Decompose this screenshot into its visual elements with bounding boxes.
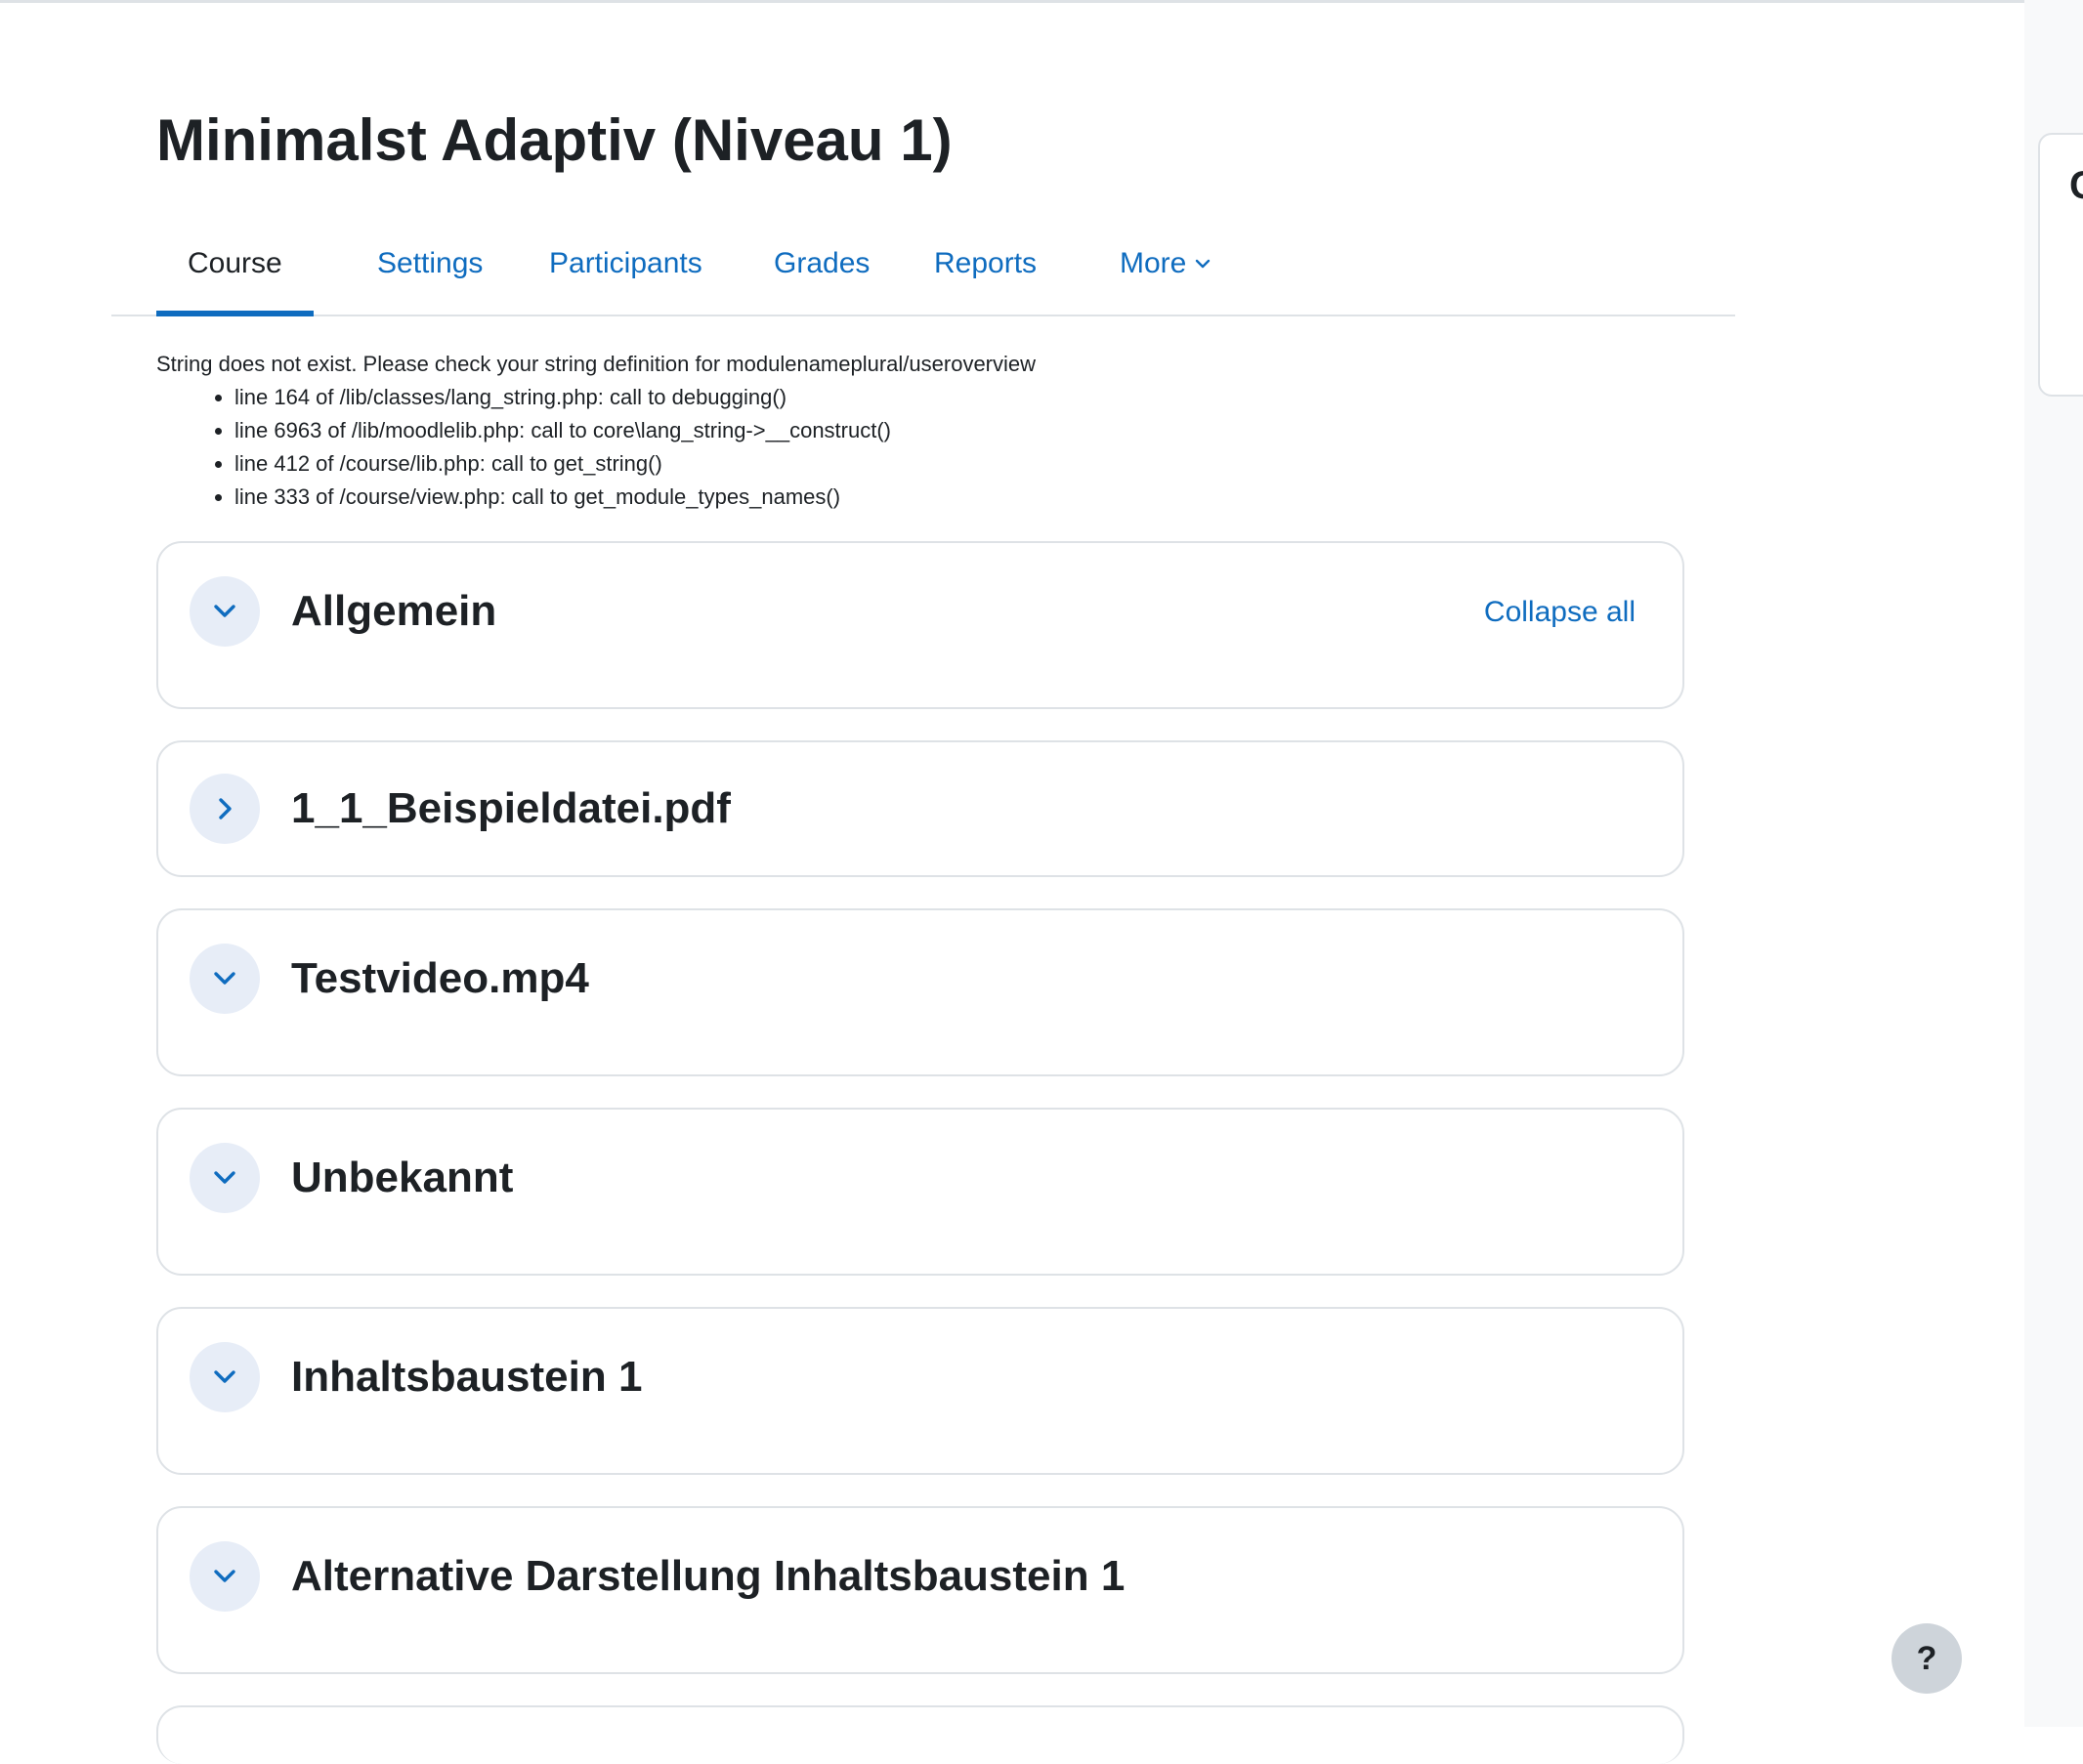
tab-more[interactable]: More xyxy=(1088,217,1243,311)
chevron-right-icon xyxy=(219,798,232,819)
debug-trace-line: line 164 of /lib/classes/lang_string.php… xyxy=(234,381,1720,414)
section-toggle[interactable] xyxy=(190,576,260,647)
chevron-down-icon xyxy=(214,972,235,985)
course-section: Inhaltsbaustein 1 xyxy=(156,1307,1684,1475)
chevron-down-icon xyxy=(214,1370,235,1383)
section-title[interactable]: Unbekannt xyxy=(291,1151,513,1205)
debug-trace: line 164 of /lib/classes/lang_string.php… xyxy=(156,381,1720,514)
secondary-navigation: Course Settings Participants Grades Repo… xyxy=(111,217,1735,316)
section-toggle[interactable] xyxy=(190,774,260,844)
collapse-all-link[interactable]: Collapse all xyxy=(1484,596,1636,629)
tab-participants[interactable]: Participants xyxy=(518,217,734,311)
debug-message: String does not exist. Please check your… xyxy=(156,352,1037,376)
section-toggle[interactable] xyxy=(190,944,260,1014)
chevron-down-icon xyxy=(214,1570,235,1582)
tab-settings[interactable]: Settings xyxy=(346,217,514,311)
course-section: Alternative Darstellung Inhaltsbaustein … xyxy=(156,1506,1684,1674)
section-title[interactable]: Allgemein xyxy=(291,584,496,639)
course-section: Testvideo.mp4 xyxy=(156,908,1684,1076)
tab-participants-label: Participants xyxy=(549,247,702,279)
tab-grades-label: Grades xyxy=(774,247,871,279)
help-button[interactable]: ? xyxy=(1892,1623,1962,1694)
section-toggle[interactable] xyxy=(190,1342,260,1412)
section-title[interactable]: 1_1_Beispieldatei.pdf xyxy=(291,781,731,836)
chevron-down-icon xyxy=(214,605,235,617)
section-toggle[interactable] xyxy=(190,1143,260,1213)
section-toggle[interactable] xyxy=(190,1541,260,1612)
debug-notice: String does not exist. Please check your… xyxy=(156,348,1720,514)
section-title[interactable]: Alternative Darstellung Inhaltsbaustein … xyxy=(291,1549,1125,1604)
page-title: Minimalst Adaptiv (Niveau 1) xyxy=(156,107,953,173)
debug-trace-line: line 333 of /course/view.php: call to ge… xyxy=(234,481,1720,514)
debug-trace-line: line 6963 of /lib/moodlelib.php: call to… xyxy=(234,414,1720,447)
tab-course-label: Course xyxy=(188,247,282,279)
section-title[interactable]: Inhaltsbaustein 1 xyxy=(291,1350,642,1405)
tab-reports[interactable]: Reports xyxy=(903,217,1068,311)
tab-settings-label: Settings xyxy=(377,247,484,279)
debug-trace-line: line 412 of /course/lib.php: call to get… xyxy=(234,447,1720,481)
chevron-down-icon xyxy=(1196,259,1211,269)
course-section: Allgemein Collapse all xyxy=(156,541,1684,709)
block-drawer-label: C xyxy=(2069,164,2083,208)
course-section-partial xyxy=(156,1705,1684,1764)
tab-more-label: More xyxy=(1120,247,1187,279)
tab-course[interactable]: Course xyxy=(156,217,314,316)
top-divider xyxy=(0,0,2024,3)
section-title[interactable]: Testvideo.mp4 xyxy=(291,951,589,1006)
course-section: 1_1_Beispieldatei.pdf xyxy=(156,740,1684,877)
tab-reports-label: Reports xyxy=(934,247,1038,279)
tab-grades[interactable]: Grades xyxy=(743,217,901,311)
course-section: Unbekannt xyxy=(156,1108,1684,1276)
chevron-down-icon xyxy=(214,1171,235,1184)
